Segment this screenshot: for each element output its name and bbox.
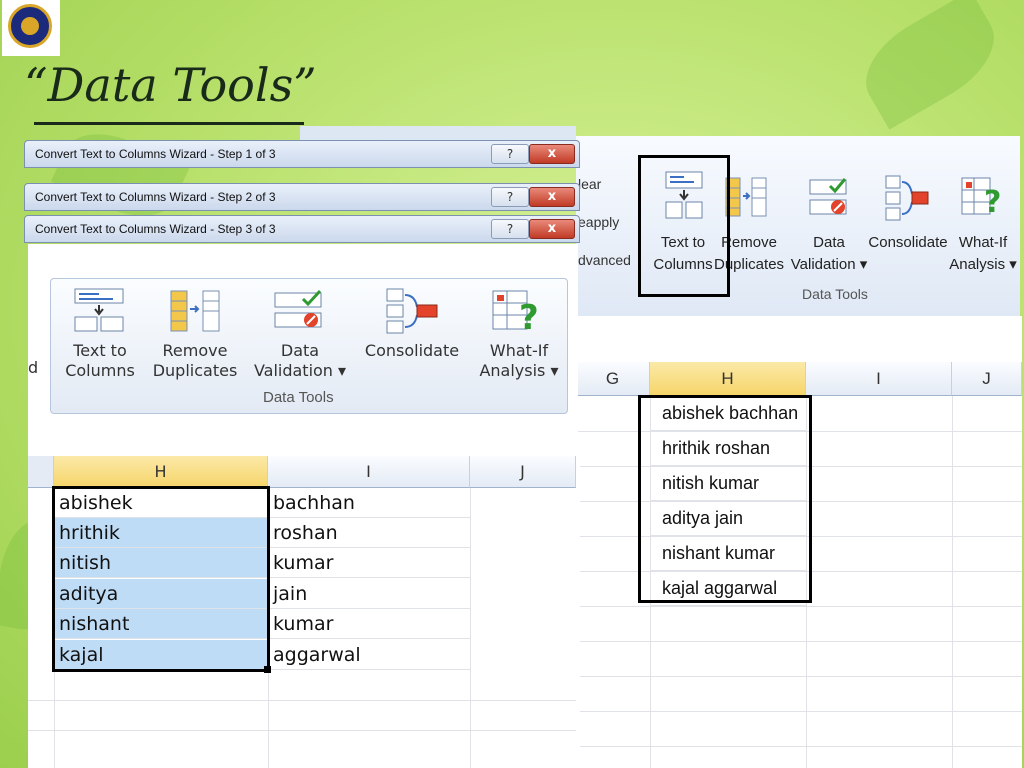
consolidate-icon (885, 175, 929, 221)
what-if-analysis-icon: ? (961, 177, 1000, 220)
title-underline (34, 122, 304, 125)
cell-i-row[interactable]: kumar (268, 548, 470, 578)
column-header-j[interactable]: J (952, 362, 1022, 396)
data-validation-label-2: Validation ▾ (253, 361, 347, 380)
consolidate-icon (386, 288, 438, 334)
text-to-columns-button[interactable]: Text to Columns (59, 341, 141, 381)
help-button[interactable]: ? (491, 219, 529, 239)
column-header-i[interactable]: I (268, 456, 470, 488)
row-header-corner (28, 456, 54, 488)
consolidate-button[interactable]: Consolidate (357, 341, 467, 361)
background-leaf (849, 0, 1011, 130)
what-if-label-2: Analysis ▾ (479, 361, 559, 380)
text-to-columns-label-2: Columns (65, 361, 135, 380)
cell-i-row[interactable]: jain (268, 579, 470, 609)
remove-duplicates-label-2: Duplicates (152, 361, 238, 380)
clear-button[interactable]: lear (578, 176, 601, 192)
data-validation-button[interactable]: Data Validation ▾ (790, 232, 868, 276)
data-validation-label-2: Validation ▾ (790, 256, 868, 273)
cell-i-row[interactable]: kumar (268, 609, 470, 639)
ribbon-edge-text: d (28, 358, 39, 377)
column-header-i[interactable]: I (806, 362, 952, 396)
close-button[interactable]: x (529, 144, 575, 164)
cell-i-row[interactable]: aggarwal (268, 640, 470, 670)
close-button[interactable]: x (529, 187, 575, 207)
what-if-analysis-button[interactable]: What-If Analysis ▾ (471, 341, 567, 381)
remove-duplicates-button[interactable]: Remove Duplicates (147, 341, 243, 381)
institute-logo (2, 0, 60, 56)
reapply-button[interactable]: eapply (578, 214, 619, 230)
data-validation-button[interactable]: Data Validation ▾ (247, 341, 353, 381)
wizard-step1-titlebar[interactable]: Convert Text to Columns Wizard - Step 1 … (24, 140, 580, 168)
text-to-columns-label-1: Text to (73, 341, 127, 360)
remove-duplicates-icon (170, 290, 220, 332)
data-tools-group-label: Data Tools (802, 286, 868, 302)
ribbon-data-tools-left: d Text to Columns Remove Duplicates Data (28, 244, 578, 450)
text-to-columns-highlight (638, 155, 730, 297)
remove-duplicates-label-1: Remove (162, 341, 228, 360)
ribbon-tab-strip (300, 126, 576, 140)
wizard-step3-title: Convert Text to Columns Wizard - Step 3 … (35, 222, 276, 236)
selected-range-border (52, 486, 270, 672)
advanced-button[interactable]: dvanced (578, 252, 631, 268)
what-if-label-1: What-If (489, 341, 549, 360)
data-tools-group: Text to Columns Remove Duplicates Data V… (50, 278, 568, 414)
help-button[interactable]: ? (491, 187, 529, 207)
data-tools-group-label: Data Tools (263, 389, 334, 406)
what-if-label-1: What-If (958, 234, 1008, 251)
remove-duplicates-icon (725, 177, 767, 217)
what-if-analysis-icon: ? (492, 290, 539, 335)
consolidate-label: Consolidate (364, 341, 460, 360)
data-validation-icon (274, 289, 322, 328)
data-validation-label-1: Data (280, 341, 320, 360)
text-to-columns-icon (74, 288, 124, 332)
wizard-step3-titlebar[interactable]: Convert Text to Columns Wizard - Step 3 … (24, 215, 580, 243)
column-header-j[interactable]: J (470, 456, 576, 488)
what-if-label-2: Analysis ▾ (949, 256, 1017, 273)
fill-handle[interactable] (264, 666, 271, 673)
wizard-step1-title: Convert Text to Columns Wizard - Step 1 … (35, 147, 276, 161)
data-validation-icon (809, 178, 847, 215)
consolidate-button[interactable]: Consolidate (868, 232, 948, 254)
slide-title: “Data Tools” (24, 58, 317, 112)
wizard-step2-title: Convert Text to Columns Wizard - Step 2 … (35, 190, 276, 204)
help-button[interactable]: ? (491, 144, 529, 164)
svg-text:?: ? (984, 185, 1000, 220)
consolidate-label: Consolidate (868, 234, 948, 251)
data-validation-label-1: Data (813, 234, 845, 251)
what-if-analysis-button[interactable]: What-If Analysis ▾ (948, 232, 1018, 276)
column-header-h[interactable]: H (650, 362, 806, 396)
wizard-step2-titlebar[interactable]: Convert Text to Columns Wizard - Step 2 … (24, 183, 580, 211)
cell-i-row[interactable]: roshan (268, 518, 470, 548)
cell-i-row[interactable]: bachhan (268, 488, 470, 518)
merged-names-highlight (638, 395, 812, 603)
close-button[interactable]: x (529, 219, 575, 239)
svg-text:?: ? (519, 298, 539, 335)
column-header-h[interactable]: H (54, 456, 268, 488)
column-header-g[interactable]: G (576, 362, 650, 396)
